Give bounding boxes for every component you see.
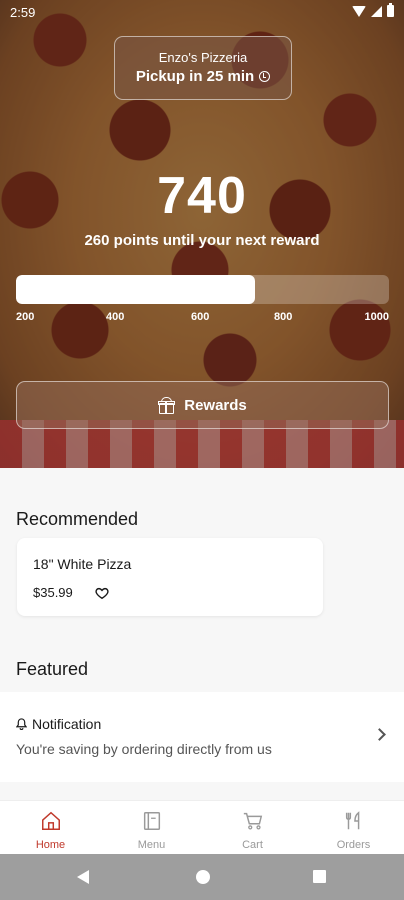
- signal-icon: [371, 5, 382, 17]
- recents-icon[interactable]: [313, 870, 326, 883]
- nav-item-cart[interactable]: Cart: [202, 801, 303, 854]
- clock-icon: [259, 71, 271, 82]
- tick-label: 1000: [364, 311, 389, 323]
- notification-title: Notification: [16, 716, 101, 732]
- points-progress-bar: [16, 275, 389, 304]
- home-icon: [41, 811, 60, 830]
- bell-icon: [16, 718, 27, 730]
- progress-ticks: 200 400 600 800 1000: [16, 311, 389, 325]
- back-icon[interactable]: [77, 870, 89, 884]
- tick-label: 200: [16, 311, 35, 323]
- featured-title: Featured: [16, 659, 89, 679]
- heart-icon[interactable]: [95, 586, 109, 600]
- main-content: Recommended 18" White Pizza $35.99 Featu…: [0, 468, 404, 800]
- battery-icon: [387, 3, 394, 17]
- points-value: 740: [157, 167, 247, 225]
- notification-text: You're saving by ordering directly from …: [16, 741, 272, 757]
- home-circle-icon[interactable]: [196, 870, 210, 884]
- chevron-right-icon: [373, 728, 386, 741]
- recommended-title: Recommended: [16, 509, 139, 529]
- points-subtitle: 260 points until your next reward: [84, 232, 320, 249]
- nav-item-orders[interactable]: Orders: [303, 801, 404, 854]
- pickup-time: Pickup in 25 min: [115, 68, 291, 85]
- store-pickup-card[interactable]: Enzo's Pizzeria Pickup in 25 min: [114, 36, 292, 100]
- rewards-button[interactable]: Rewards: [16, 381, 389, 429]
- item-price: $35.99: [33, 585, 73, 600]
- bottom-nav: Home Menu Cart Orders: [0, 800, 404, 854]
- tick-label: 400: [106, 311, 125, 323]
- cart-icon: [243, 812, 262, 830]
- status-time: 2:59: [10, 5, 36, 20]
- nav-label: Home: [35, 839, 66, 851]
- menu-book-icon: [143, 812, 160, 830]
- status-bar: 2:59: [0, 0, 404, 26]
- notification-title-label: Notification: [32, 716, 102, 732]
- nav-item-menu[interactable]: Menu: [101, 801, 202, 854]
- tick-label: 600: [191, 311, 210, 323]
- nav-label: Orders: [336, 839, 371, 851]
- fork-knife-icon: [345, 811, 359, 830]
- nav-label: Cart: [242, 839, 263, 851]
- tick-label: 800: [274, 311, 293, 323]
- wifi-icon: [352, 5, 366, 17]
- notification-card[interactable]: Notification You're saving by ordering d…: [0, 692, 404, 782]
- pickup-label: Pickup in 25 min: [135, 68, 255, 85]
- recommended-item-card[interactable]: 18" White Pizza $35.99: [17, 538, 323, 616]
- system-navigation-bar: [0, 854, 404, 900]
- status-icons: [352, 3, 394, 17]
- nav-label: Menu: [137, 839, 166, 851]
- item-name: 18" White Pizza: [33, 556, 132, 572]
- rewards-button-label: Rewards: [184, 396, 247, 414]
- gift-icon: [158, 396, 176, 414]
- store-name: Enzo's Pizzeria: [158, 50, 248, 65]
- nav-item-home[interactable]: Home: [0, 801, 101, 854]
- points-progress-fill: [16, 275, 255, 304]
